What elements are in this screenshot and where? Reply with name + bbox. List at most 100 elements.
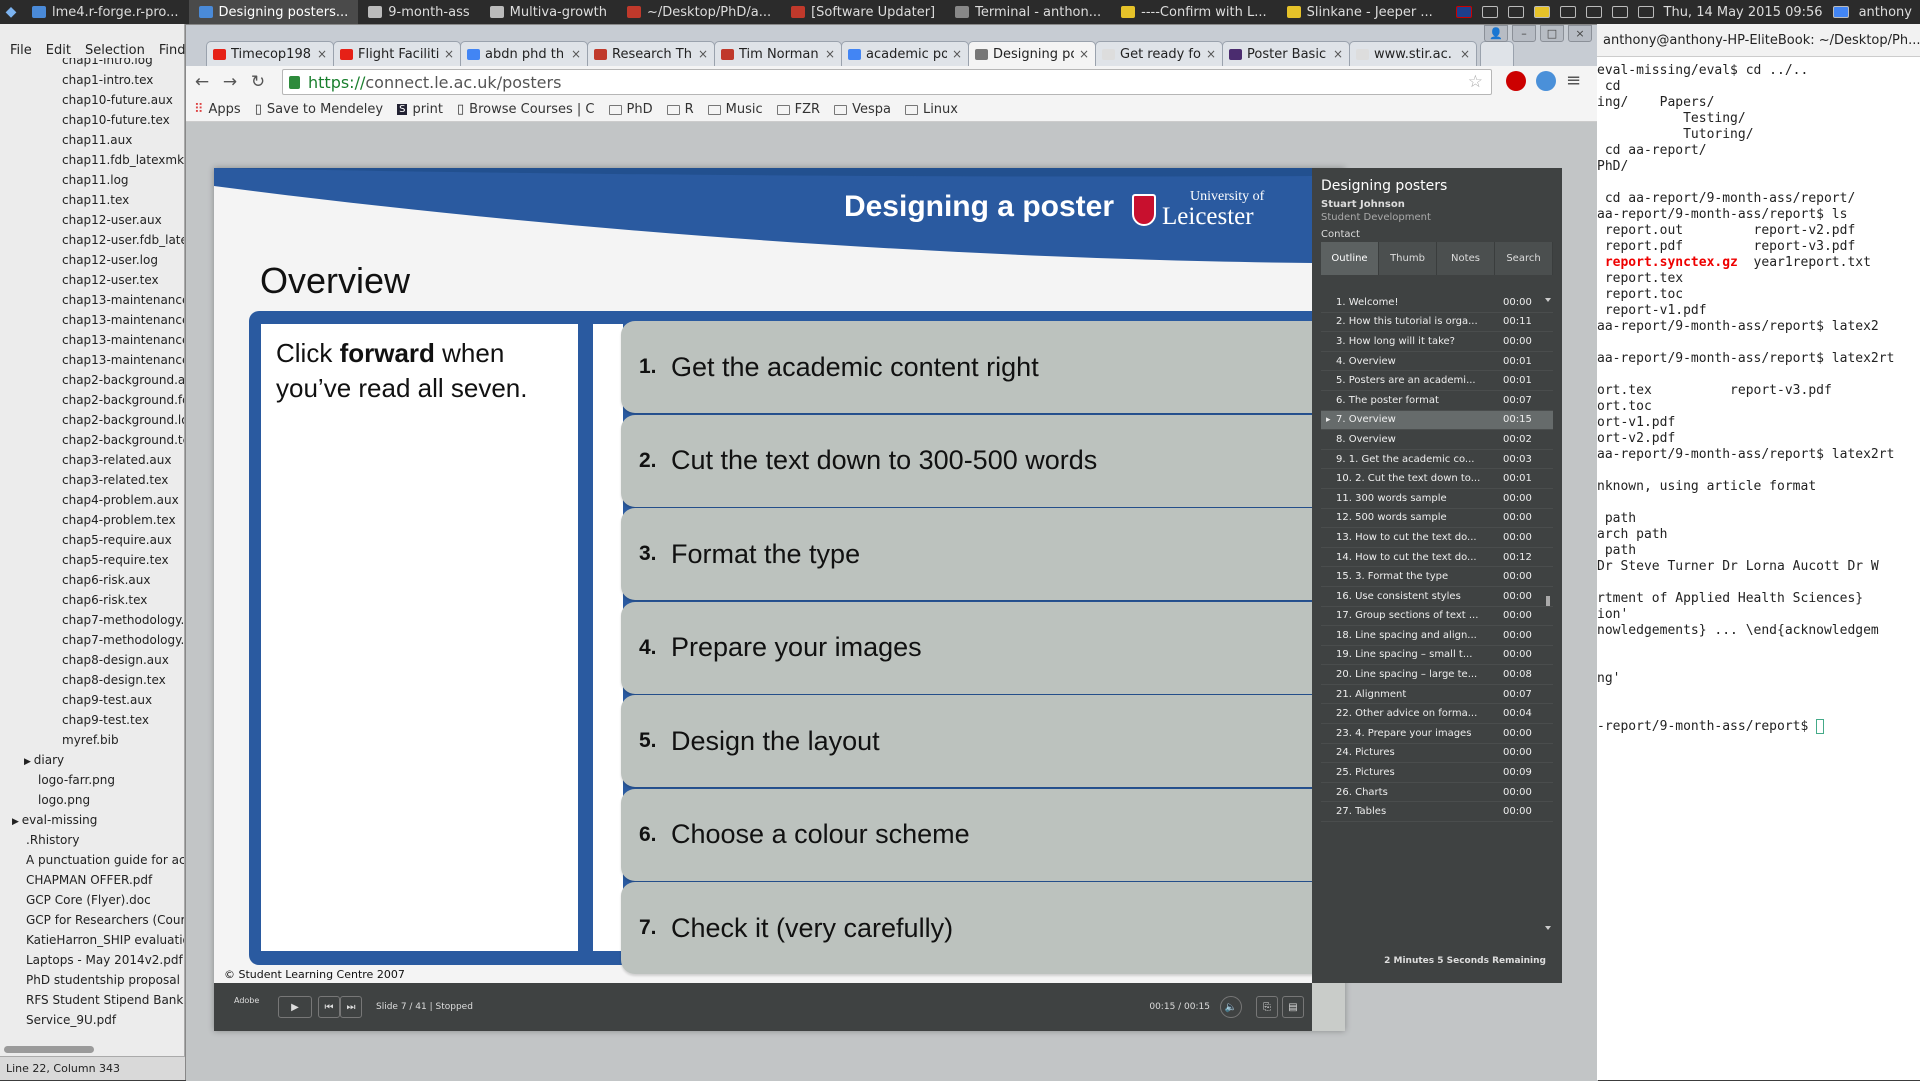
taskbar-task[interactable]: ~/Desktop/PhD/a... bbox=[617, 0, 781, 24]
file-item[interactable]: chap9-test.tex bbox=[0, 710, 184, 730]
bookmark-r[interactable]: R bbox=[666, 102, 694, 117]
bookmark-star-icon[interactable]: ☆ bbox=[1468, 72, 1483, 92]
file-item[interactable]: chap2-background.tex bbox=[0, 430, 184, 450]
dropbox-icon[interactable] bbox=[1481, 6, 1498, 18]
file-item[interactable]: chap8-design.aux bbox=[0, 650, 184, 670]
user-name[interactable]: anthony bbox=[1859, 5, 1912, 20]
close-tab-icon[interactable]: × bbox=[698, 47, 708, 61]
outline-item[interactable]: 26. Charts 00:00 bbox=[1321, 783, 1553, 803]
folder-item[interactable]: ▶ eval-missing bbox=[0, 810, 184, 830]
file-item[interactable]: chap10-future.tex bbox=[0, 110, 184, 130]
taskbar-task[interactable]: Terminal - anthon... bbox=[945, 0, 1111, 24]
taskbar-task[interactable]: lme4.r-forge.r-pro... bbox=[22, 0, 189, 24]
contact-link[interactable]: Contact bbox=[1321, 229, 1360, 240]
close-tab-icon[interactable]: × bbox=[317, 47, 327, 61]
menu-find[interactable]: Find bbox=[159, 43, 186, 58]
maximize-button[interactable]: □ bbox=[1540, 25, 1564, 42]
outline-item[interactable]: 4. Overview 00:01 bbox=[1321, 352, 1553, 372]
file-item[interactable]: myref.bib bbox=[0, 730, 184, 750]
file-item[interactable]: RFS Student Stipend Bank bbox=[0, 990, 184, 1010]
bookmark-music[interactable]: Music bbox=[707, 102, 763, 117]
file-item[interactable]: chap9-test.aux bbox=[0, 690, 184, 710]
next-slide-button[interactable]: ⏭ bbox=[340, 996, 362, 1018]
bookmark-save-to-mendeley[interactable]: ▯ Save to Mendeley bbox=[255, 102, 383, 117]
address-bar[interactable]: https://connect.le.ac.uk/posters ☆ bbox=[282, 69, 1492, 95]
outline-item[interactable]: 25. Pictures 00:09 bbox=[1321, 763, 1553, 783]
tab-search[interactable]: Search bbox=[1495, 242, 1553, 275]
outline-item[interactable]: 17. Group sections of text ... 00:00 bbox=[1321, 607, 1553, 627]
outline-item[interactable]: 3. How long will it take? 00:00 bbox=[1321, 332, 1553, 352]
close-tab-icon[interactable]: × bbox=[571, 47, 581, 61]
menu-edit[interactable]: Edit bbox=[46, 43, 71, 58]
sidebar-toggle-icon[interactable]: ▤ bbox=[1282, 996, 1304, 1018]
bookmark-apps[interactable]: ⠿ Apps bbox=[194, 102, 241, 117]
file-item[interactable]: chap11.log bbox=[0, 170, 184, 190]
file-item[interactable]: chap3-related.aux bbox=[0, 450, 184, 470]
file-item[interactable]: chap11.aux bbox=[0, 130, 184, 150]
browser-tab[interactable]: Designing po × bbox=[968, 41, 1096, 66]
browser-tab[interactable]: www.stir.ac. × bbox=[1349, 41, 1477, 66]
browser-tab[interactable]: Flight Faciliti × bbox=[333, 41, 461, 66]
outline-item[interactable]: 15. 3. Format the type 00:00 bbox=[1321, 567, 1553, 587]
battery-icon[interactable] bbox=[1611, 6, 1628, 18]
file-item[interactable]: chap4-problem.aux bbox=[0, 490, 184, 510]
browser-tab[interactable]: Timecop198 × bbox=[206, 41, 334, 66]
file-item[interactable]: chap8-design.tex bbox=[0, 670, 184, 690]
volume-icon[interactable] bbox=[1637, 6, 1654, 18]
clock[interactable]: Thu, 14 May 2015 09:56 bbox=[1664, 5, 1823, 20]
reload-icon[interactable]: ↻ bbox=[246, 70, 270, 94]
file-item[interactable]: chap2-background.fdb_latexmk bbox=[0, 390, 184, 410]
minimize-button[interactable]: – bbox=[1512, 25, 1536, 42]
play-button[interactable]: ▶ bbox=[278, 996, 312, 1018]
file-item[interactable]: CHAPMAN OFFER.pdf bbox=[0, 870, 184, 890]
file-item[interactable]: chap5-require.aux bbox=[0, 530, 184, 550]
file-item[interactable]: chap4-problem.tex bbox=[0, 510, 184, 530]
attachments-icon[interactable]: ⎘ bbox=[1256, 996, 1278, 1018]
close-tab-icon[interactable]: × bbox=[825, 47, 835, 61]
outline-item[interactable]: 10. 2. Cut the text down to... 00:01 bbox=[1321, 469, 1553, 489]
taskbar-task[interactable]: 9-month-ass bbox=[358, 0, 479, 24]
browser-tab[interactable]: Get ready fo × bbox=[1095, 41, 1223, 66]
volume-icon[interactable]: 🔈 bbox=[1220, 996, 1242, 1018]
file-item[interactable]: chap12-user.fdb_latexmk bbox=[0, 230, 184, 250]
file-item[interactable]: chap6-risk.tex bbox=[0, 590, 184, 610]
tab-notes[interactable]: Notes bbox=[1437, 242, 1495, 275]
notes-icon[interactable] bbox=[1533, 6, 1550, 18]
folder-item[interactable]: ▶ diary bbox=[0, 750, 184, 770]
editor-scrollbar[interactable] bbox=[4, 1046, 94, 1053]
file-item[interactable]: chap13-maintenance.tex bbox=[0, 330, 184, 350]
taskbar-task[interactable]: Slinkane - Jeeper ... bbox=[1277, 0, 1443, 24]
extension-icon[interactable] bbox=[1536, 70, 1556, 91]
bookmark-print[interactable]: Sprint bbox=[397, 102, 443, 117]
file-item[interactable]: logo-farr.png bbox=[0, 770, 184, 790]
file-item[interactable]: chap5-require.tex bbox=[0, 550, 184, 570]
expand-arrow-icon[interactable]: ▶ bbox=[12, 817, 22, 827]
wifi-icon[interactable] bbox=[1559, 6, 1576, 18]
adblock-icon[interactable] bbox=[1506, 70, 1526, 91]
browser-tab[interactable]: abdn phd th × bbox=[460, 41, 588, 66]
chrome-menu-icon[interactable]: ≡ bbox=[1566, 70, 1581, 91]
close-tab-icon[interactable]: × bbox=[1206, 47, 1216, 61]
outline-item[interactable]: 9. 1. Get the academic co... 00:03 bbox=[1321, 450, 1553, 470]
taskbar-task[interactable]: Designing posters... bbox=[188, 0, 359, 24]
file-item[interactable]: chap2-background.log bbox=[0, 410, 184, 430]
tab-thumb[interactable]: Thumb bbox=[1379, 242, 1437, 275]
outline-item[interactable]: 11. 300 words sample 00:00 bbox=[1321, 489, 1553, 509]
taskbar-task[interactable]: [Software Updater] bbox=[781, 0, 945, 24]
new-tab-button[interactable] bbox=[1480, 41, 1514, 66]
close-tab-icon[interactable]: × bbox=[444, 47, 454, 61]
file-item[interactable]: chap10-future.aux bbox=[0, 90, 184, 110]
file-item[interactable]: chap1-intro.tex bbox=[0, 70, 184, 90]
file-item[interactable]: chap13-maintenance.log bbox=[0, 310, 184, 330]
tab-outline[interactable]: Outline bbox=[1321, 242, 1379, 275]
outline-item[interactable]: 1. Welcome! 00:00 bbox=[1321, 293, 1553, 313]
taskbar-task[interactable]: Multiva-growth bbox=[480, 0, 617, 24]
file-item[interactable]: chap7-methodology.aux bbox=[0, 610, 184, 630]
outline-item[interactable]: 12. 500 words sample 00:00 bbox=[1321, 509, 1553, 529]
file-item[interactable]: PhD studentship proposal bbox=[0, 970, 184, 990]
browser-tab[interactable]: Research Th × bbox=[587, 41, 715, 66]
terminal-window[interactable]: anthony@anthony-HP-EliteBook: ~/Desktop/… bbox=[1597, 24, 1920, 1080]
outline-item[interactable]: 24. Pictures 00:00 bbox=[1321, 744, 1553, 764]
outline-item[interactable]: ▸ 7. Overview 00:15 bbox=[1321, 410, 1553, 431]
close-tab-icon[interactable]: × bbox=[952, 47, 962, 61]
